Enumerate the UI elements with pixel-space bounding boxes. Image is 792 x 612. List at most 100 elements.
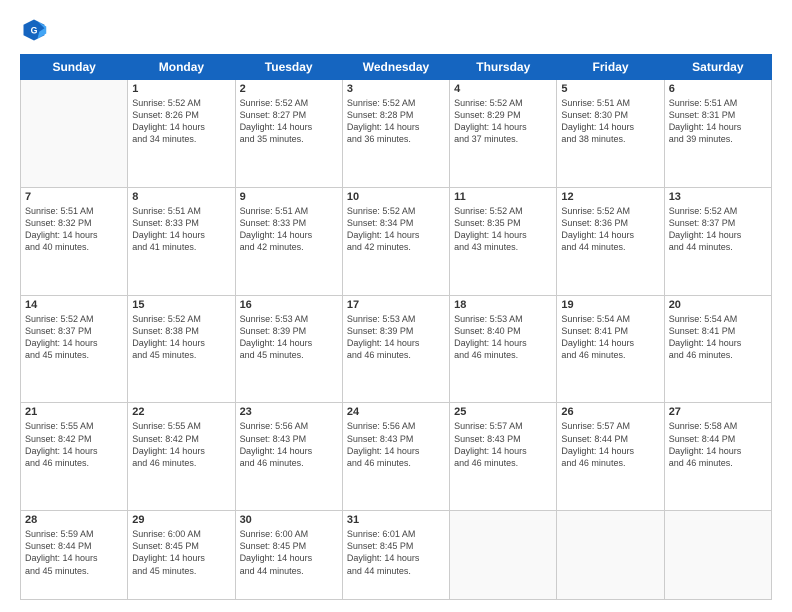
day-number: 23 (240, 406, 338, 418)
calendar-day-cell: 10 Sunrise: 5:52 AM Sunset: 8:34 PM Dayli… (342, 187, 449, 295)
calendar-week-row: 28 Sunrise: 5:59 AM Sunset: 8:44 PM Dayli… (21, 511, 772, 600)
day-number: 6 (669, 83, 767, 95)
calendar-day-cell: 25Sunrise: 5:57 AM Sunset: 8:43 PM Dayli… (450, 403, 557, 511)
logo-icon: G (20, 16, 48, 44)
calendar-body: 1Sunrise: 5:52 AM Sunset: 8:26 PM Daylig… (21, 80, 772, 600)
day-number: 13 (669, 191, 767, 203)
calendar-day-cell: 31 Sunrise: 6:01 AM Sunset: 8:45 PM Dayli… (342, 511, 449, 600)
day-info: Sunrise: 5:54 AM Sunset: 8:41 PM Dayligh… (561, 313, 659, 362)
calendar-day-cell: 14 Sunrise: 5:52 AM Sunset: 8:37 PM Dayli… (21, 295, 128, 403)
day-info: Sunrise: 5:55 AM Sunset: 8:42 PM Dayligh… (25, 420, 123, 469)
day-number: 12 (561, 191, 659, 203)
day-info: Sunrise: 5:53 AM Sunset: 8:39 PM Dayligh… (347, 313, 445, 362)
day-info: Sunrise: 5:55 AM Sunset: 8:42 PM Dayligh… (132, 420, 230, 469)
calendar-day-cell: 26 Sunrise: 5:57 AM Sunset: 8:44 PM Dayli… (557, 403, 664, 511)
calendar-table: SundayMondayTuesdayWednesdayThursdayFrid… (20, 54, 772, 600)
calendar-week-row: 1Sunrise: 5:52 AM Sunset: 8:26 PM Daylig… (21, 80, 772, 188)
calendar-day-cell: 18Sunrise: 5:53 AM Sunset: 8:40 PM Dayli… (450, 295, 557, 403)
calendar-week-row: 7Sunrise: 5:51 AM Sunset: 8:32 PM Daylig… (21, 187, 772, 295)
calendar-day-cell: 21 Sunrise: 5:55 AM Sunset: 8:42 PM Dayli… (21, 403, 128, 511)
calendar-day-cell (557, 511, 664, 600)
calendar-day-cell: 20 Sunrise: 5:54 AM Sunset: 8:41 PM Dayli… (664, 295, 771, 403)
calendar-day-cell: 23Sunrise: 5:56 AM Sunset: 8:43 PM Dayli… (235, 403, 342, 511)
day-info: Sunrise: 5:52 AM Sunset: 8:36 PM Dayligh… (561, 205, 659, 254)
day-number: 28 (25, 514, 123, 526)
day-info: Sunrise: 5:52 AM Sunset: 8:37 PM Dayligh… (25, 313, 123, 362)
day-number: 14 (25, 299, 123, 311)
calendar-day-cell: 19Sunrise: 5:54 AM Sunset: 8:41 PM Dayli… (557, 295, 664, 403)
calendar-day-cell: 4 Sunrise: 5:52 AM Sunset: 8:29 PM Daylig… (450, 80, 557, 188)
calendar-day-cell: 6 Sunrise: 5:51 AM Sunset: 8:31 PM Daylig… (664, 80, 771, 188)
day-info: Sunrise: 5:53 AM Sunset: 8:39 PM Dayligh… (240, 313, 338, 362)
day-of-week-header: Wednesday (342, 55, 449, 80)
day-info: Sunrise: 5:59 AM Sunset: 8:44 PM Dayligh… (25, 528, 123, 577)
day-info: Sunrise: 5:56 AM Sunset: 8:43 PM Dayligh… (347, 420, 445, 469)
day-info: Sunrise: 6:00 AM Sunset: 8:45 PM Dayligh… (240, 528, 338, 577)
calendar-day-cell: 3Sunrise: 5:52 AM Sunset: 8:28 PM Daylig… (342, 80, 449, 188)
calendar-day-cell: 30 Sunrise: 6:00 AM Sunset: 8:45 PM Dayli… (235, 511, 342, 600)
calendar-day-cell: 9 Sunrise: 5:51 AM Sunset: 8:33 PM Daylig… (235, 187, 342, 295)
day-number: 2 (240, 83, 338, 95)
day-of-week-header: Tuesday (235, 55, 342, 80)
calendar-day-cell: 15Sunrise: 5:52 AM Sunset: 8:38 PM Dayli… (128, 295, 235, 403)
day-info: Sunrise: 6:01 AM Sunset: 8:45 PM Dayligh… (347, 528, 445, 577)
day-info: Sunrise: 5:51 AM Sunset: 8:31 PM Dayligh… (669, 97, 767, 146)
day-number: 7 (25, 191, 123, 203)
calendar-day-cell (664, 511, 771, 600)
day-number: 8 (132, 191, 230, 203)
day-of-week-header: Saturday (664, 55, 771, 80)
day-info: Sunrise: 5:52 AM Sunset: 8:27 PM Dayligh… (240, 97, 338, 146)
day-number: 21 (25, 406, 123, 418)
day-number: 16 (240, 299, 338, 311)
day-info: Sunrise: 5:51 AM Sunset: 8:33 PM Dayligh… (132, 205, 230, 254)
day-info: Sunrise: 5:58 AM Sunset: 8:44 PM Dayligh… (669, 420, 767, 469)
calendar-day-cell: 29Sunrise: 6:00 AM Sunset: 8:45 PM Dayli… (128, 511, 235, 600)
day-number: 4 (454, 83, 552, 95)
day-number: 11 (454, 191, 552, 203)
calendar-day-cell: 27 Sunrise: 5:58 AM Sunset: 8:44 PM Dayli… (664, 403, 771, 511)
day-number: 24 (347, 406, 445, 418)
day-info: Sunrise: 6:00 AM Sunset: 8:45 PM Dayligh… (132, 528, 230, 577)
day-number: 20 (669, 299, 767, 311)
day-number: 5 (561, 83, 659, 95)
day-number: 26 (561, 406, 659, 418)
day-info: Sunrise: 5:53 AM Sunset: 8:40 PM Dayligh… (454, 313, 552, 362)
day-number: 9 (240, 191, 338, 203)
day-number: 10 (347, 191, 445, 203)
day-number: 15 (132, 299, 230, 311)
day-of-week-header: Monday (128, 55, 235, 80)
day-info: Sunrise: 5:52 AM Sunset: 8:35 PM Dayligh… (454, 205, 552, 254)
calendar-day-cell: 22 Sunrise: 5:55 AM Sunset: 8:42 PM Dayli… (128, 403, 235, 511)
day-info: Sunrise: 5:57 AM Sunset: 8:43 PM Dayligh… (454, 420, 552, 469)
day-info: Sunrise: 5:57 AM Sunset: 8:44 PM Dayligh… (561, 420, 659, 469)
day-of-week-header: Thursday (450, 55, 557, 80)
day-number: 1 (132, 83, 230, 95)
day-number: 31 (347, 514, 445, 526)
calendar-day-cell: 24 Sunrise: 5:56 AM Sunset: 8:43 PM Dayli… (342, 403, 449, 511)
header: G (20, 16, 772, 44)
calendar-day-cell: 7Sunrise: 5:51 AM Sunset: 8:32 PM Daylig… (21, 187, 128, 295)
day-info: Sunrise: 5:52 AM Sunset: 8:34 PM Dayligh… (347, 205, 445, 254)
calendar-day-cell: 16 Sunrise: 5:53 AM Sunset: 8:39 PM Dayli… (235, 295, 342, 403)
calendar-day-cell: 11 Sunrise: 5:52 AM Sunset: 8:35 PM Dayli… (450, 187, 557, 295)
day-number: 22 (132, 406, 230, 418)
calendar-week-row: 14 Sunrise: 5:52 AM Sunset: 8:37 PM Dayli… (21, 295, 772, 403)
day-info: Sunrise: 5:52 AM Sunset: 8:29 PM Dayligh… (454, 97, 552, 146)
calendar-day-cell: 8 Sunrise: 5:51 AM Sunset: 8:33 PM Daylig… (128, 187, 235, 295)
calendar-day-cell: 2 Sunrise: 5:52 AM Sunset: 8:27 PM Daylig… (235, 80, 342, 188)
day-number: 27 (669, 406, 767, 418)
calendar-day-cell: 12 Sunrise: 5:52 AM Sunset: 8:36 PM Dayli… (557, 187, 664, 295)
page: G SundayMondayTuesdayWednesdayThursdayFr… (0, 0, 792, 612)
day-info: Sunrise: 5:52 AM Sunset: 8:37 PM Dayligh… (669, 205, 767, 254)
day-info: Sunrise: 5:51 AM Sunset: 8:33 PM Dayligh… (240, 205, 338, 254)
day-number: 30 (240, 514, 338, 526)
logo: G (20, 16, 52, 44)
calendar-day-cell: 28 Sunrise: 5:59 AM Sunset: 8:44 PM Dayli… (21, 511, 128, 600)
svg-text:G: G (31, 26, 38, 36)
calendar-week-row: 21 Sunrise: 5:55 AM Sunset: 8:42 PM Dayli… (21, 403, 772, 511)
calendar-day-cell (450, 511, 557, 600)
calendar-day-cell: 1Sunrise: 5:52 AM Sunset: 8:26 PM Daylig… (128, 80, 235, 188)
calendar-header: SundayMondayTuesdayWednesdayThursdayFrid… (21, 55, 772, 80)
day-info: Sunrise: 5:54 AM Sunset: 8:41 PM Dayligh… (669, 313, 767, 362)
calendar-day-cell: 13 Sunrise: 5:52 AM Sunset: 8:37 PM Dayli… (664, 187, 771, 295)
